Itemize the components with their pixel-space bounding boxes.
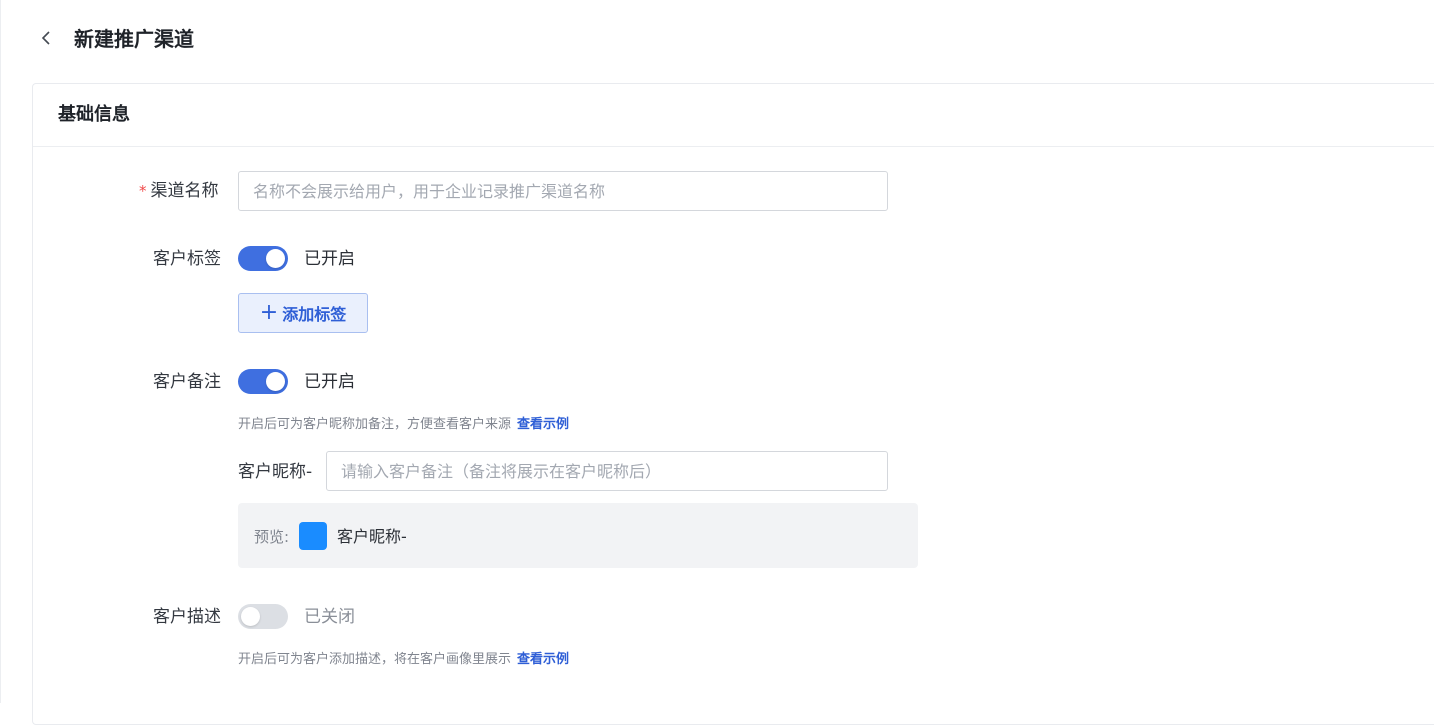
card-header: 基础信息	[33, 84, 1434, 147]
page-header: 新建推广渠道	[0, 0, 1434, 80]
customer-desc-toggle[interactable]	[238, 604, 288, 629]
customer-remark-label: 客户备注	[153, 372, 221, 392]
back-button[interactable]	[36, 28, 56, 48]
customer-desc-state: 已关闭	[304, 607, 355, 627]
add-tag-button[interactable]: + 添加标签	[238, 293, 368, 333]
customer-remark-toggle[interactable]	[238, 369, 288, 394]
customer-desc-hint: 开启后可为客户添加描述，将在客户画像里展示 查看示例	[238, 651, 569, 669]
chevron-left-icon	[41, 31, 50, 45]
channel-name-label-text: 渠道名称	[150, 181, 219, 201]
avatar	[299, 522, 327, 550]
view-example-link[interactable]: 查看示例	[517, 417, 569, 432]
plus-icon: +	[259, 300, 279, 325]
page-title: 新建推广渠道	[74, 27, 194, 51]
toggle-knob	[266, 249, 285, 268]
section-title: 基础信息	[58, 104, 130, 125]
customer-remark-input[interactable]	[326, 451, 888, 491]
required-mark: *	[139, 182, 147, 200]
channel-name-label: * 渠道名称	[139, 180, 219, 202]
left-border	[0, 0, 1, 703]
customer-remark-hint-text: 开启后可为客户昵称加备注，方便查看客户来源	[238, 417, 512, 432]
preview-nickname: 客户昵称-	[337, 527, 407, 546]
toggle-knob	[266, 372, 285, 391]
add-tag-label: 添加标签	[282, 305, 347, 324]
channel-name-input[interactable]	[238, 171, 888, 211]
customer-tag-state: 已开启	[304, 249, 355, 269]
customer-remark-state: 已开启	[304, 372, 355, 392]
preview-label: 预览:	[254, 528, 290, 546]
toggle-knob	[241, 607, 260, 626]
customer-remark-hint: 开启后可为客户昵称加备注，方便查看客户来源 查看示例	[238, 416, 569, 434]
customer-desc-label: 客户描述	[153, 607, 221, 627]
view-example-link[interactable]: 查看示例	[517, 652, 569, 667]
remark-preview: 预览: 客户昵称-	[238, 503, 918, 568]
nickname-prefix-label: 客户昵称-	[238, 462, 313, 482]
customer-tag-toggle[interactable]	[238, 246, 288, 271]
customer-tag-label: 客户标签	[153, 249, 221, 269]
customer-desc-hint-text: 开启后可为客户添加描述，将在客户画像里展示	[238, 652, 512, 667]
